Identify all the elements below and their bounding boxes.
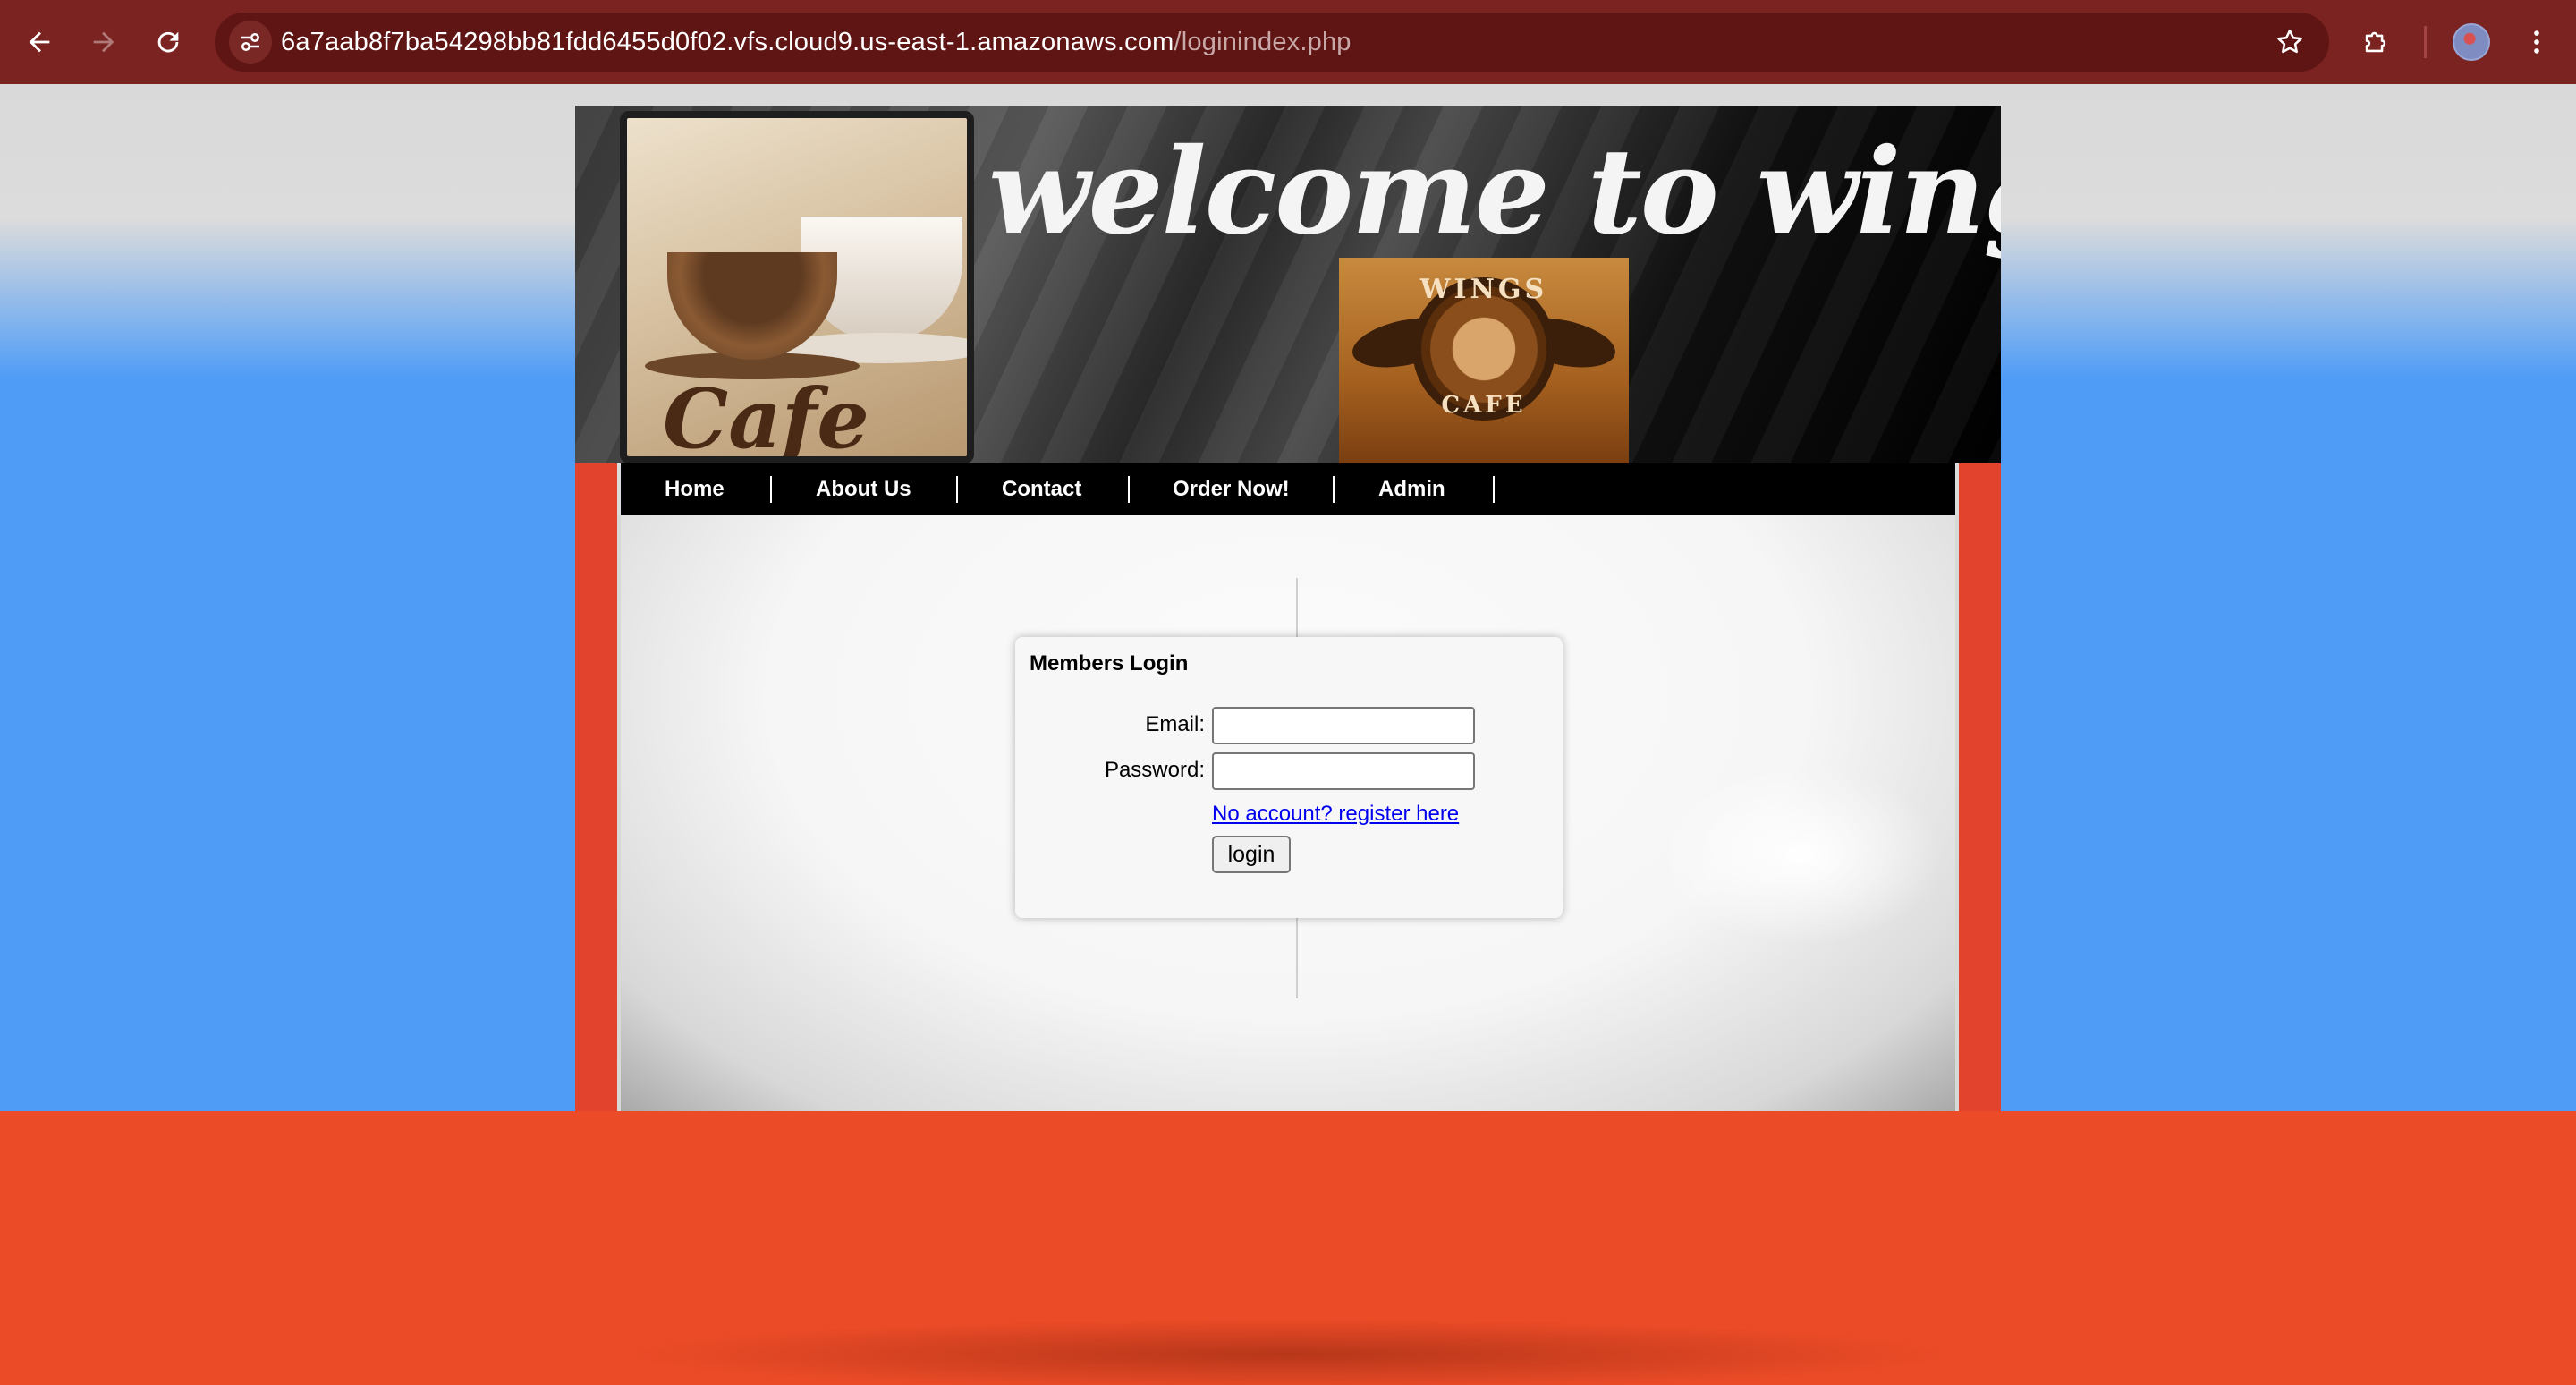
welcome-heading: welcome to wings cafe bbox=[988, 123, 2001, 261]
menu-card-subtitle: menu bbox=[761, 449, 852, 457]
page-background: Cafe menu welcome to wings cafe WINGS CA… bbox=[0, 84, 2576, 1385]
nav-about-us[interactable]: About Us bbox=[816, 463, 911, 515]
nav-home[interactable]: Home bbox=[665, 463, 724, 515]
star-icon[interactable] bbox=[2268, 21, 2311, 64]
browser-toolbar: 6a7aab8f7ba54298bb81fdd6455d0f02.vfs.clo… bbox=[0, 0, 2576, 84]
nav-divider bbox=[770, 476, 772, 503]
header-banner: Cafe menu welcome to wings cafe WINGS CA… bbox=[575, 106, 2001, 463]
logo-top-text: WINGS bbox=[1419, 274, 1548, 305]
email-field[interactable] bbox=[1212, 707, 1475, 744]
forward-arrow-icon[interactable] bbox=[82, 21, 125, 64]
back-arrow-icon[interactable] bbox=[18, 21, 61, 64]
nav-contact[interactable]: Contact bbox=[1002, 463, 1081, 515]
address-bar[interactable]: 6a7aab8f7ba54298bb81fdd6455d0f02.vfs.clo… bbox=[215, 13, 2329, 72]
cafe-menu-image: Cafe menu bbox=[620, 111, 974, 463]
footer-shadow bbox=[626, 1319, 1950, 1385]
nav-admin[interactable]: Admin bbox=[1378, 463, 1445, 515]
toolbar-divider bbox=[2424, 26, 2427, 58]
url-path: /loginindex.php bbox=[1174, 28, 1352, 56]
password-label: Password: bbox=[1104, 758, 1205, 782]
url-host: 6a7aab8f7ba54298bb81fdd6455d0f02.vfs.clo… bbox=[281, 28, 1174, 56]
login-title: Members Login bbox=[1030, 651, 1189, 676]
logo-bottom-text: CAFE bbox=[1441, 392, 1527, 419]
avatar[interactable] bbox=[2453, 23, 2490, 61]
nav-divider bbox=[956, 476, 958, 503]
reload-icon[interactable] bbox=[147, 21, 190, 64]
nav-divider bbox=[1493, 476, 1495, 503]
main-nav: Home About Us Contact Order Now! Admin bbox=[617, 463, 1959, 515]
site-container: Cafe menu welcome to wings cafe WINGS CA… bbox=[575, 106, 2001, 1111]
content-highlight bbox=[1658, 766, 1945, 945]
site-info-icon[interactable] bbox=[229, 21, 272, 64]
nav-divider bbox=[1128, 476, 1130, 503]
email-label: Email: bbox=[1145, 712, 1205, 736]
register-link[interactable]: No account? register here bbox=[1212, 802, 1459, 827]
members-login-form: Members Login Email: Password: No accoun… bbox=[1015, 637, 1563, 918]
puzzle-icon[interactable] bbox=[2354, 21, 2397, 64]
url-text[interactable]: 6a7aab8f7ba54298bb81fdd6455d0f02.vfs.clo… bbox=[281, 13, 1352, 72]
nav-divider bbox=[1333, 476, 1335, 503]
nav-order-now[interactable]: Order Now! bbox=[1173, 463, 1290, 515]
login-button[interactable]: login bbox=[1212, 836, 1291, 873]
kebab-menu-icon[interactable] bbox=[2515, 21, 2558, 64]
password-field[interactable] bbox=[1212, 752, 1475, 790]
wings-cafe-logo: WINGS CAFE bbox=[1339, 258, 1629, 463]
